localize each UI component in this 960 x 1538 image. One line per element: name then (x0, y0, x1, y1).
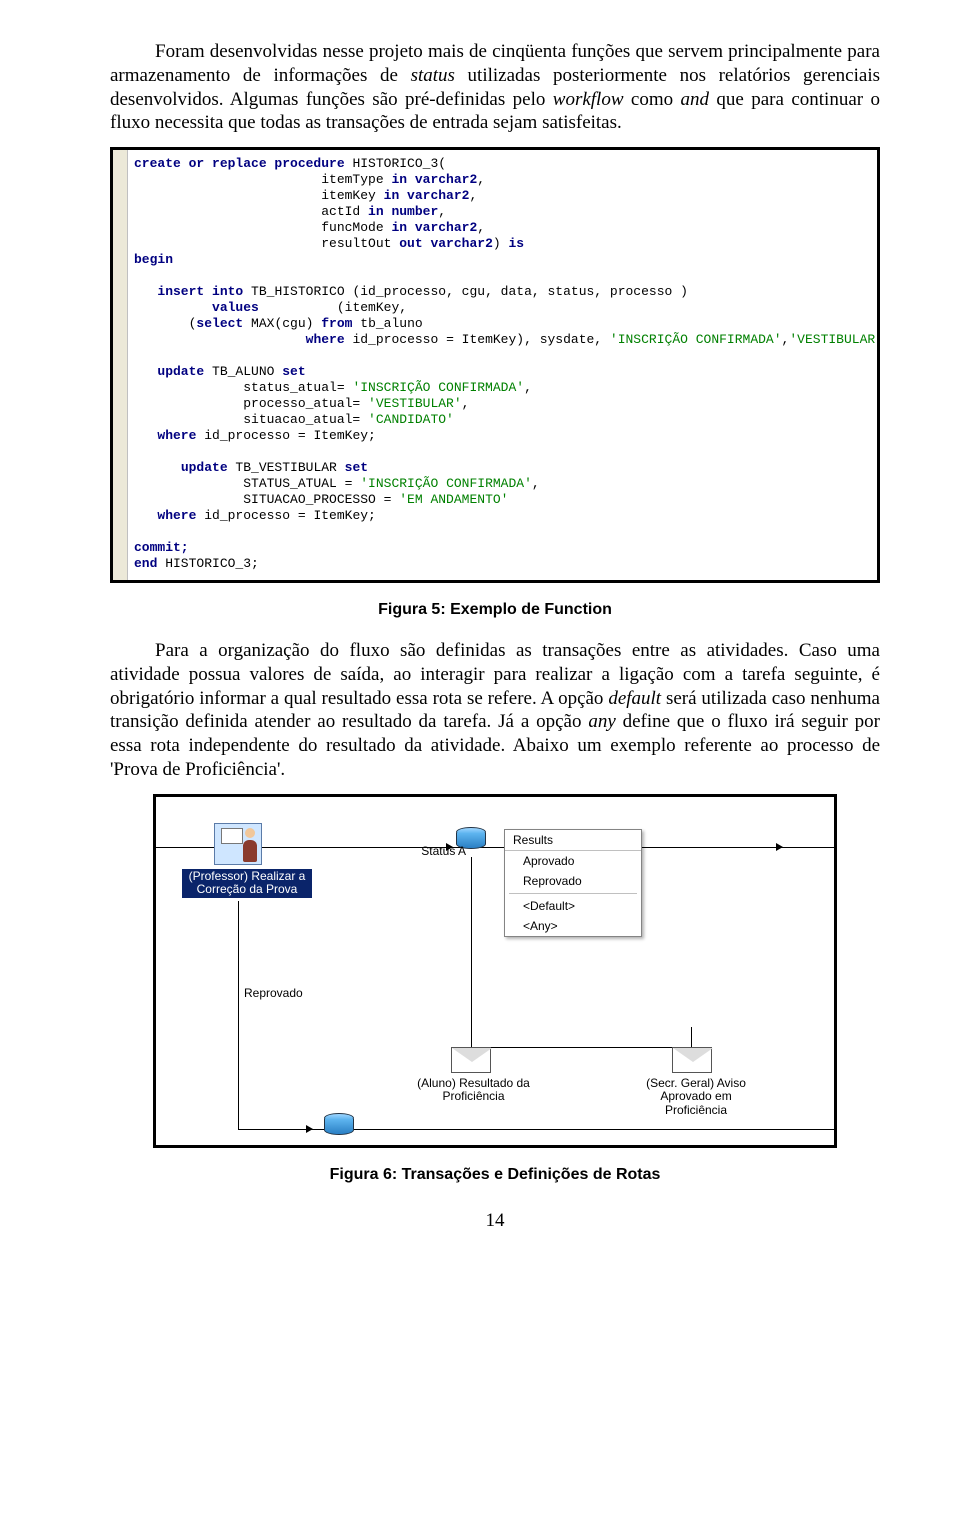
menu-item-reprovado[interactable]: Reprovado (505, 871, 641, 891)
selected-node-label: (Professor) Realizar aCorreção da Prova (182, 869, 312, 899)
figure-5-caption: Figura 5: Exemplo de Function (110, 601, 880, 619)
p2-d: any (588, 711, 615, 732)
menu-item-any[interactable]: <Any> (505, 916, 641, 936)
p1-f: and (681, 89, 710, 110)
teacher-icon (214, 823, 262, 865)
secr-label: (Secr. Geral) AvisoAprovado emProficiênc… (636, 1077, 756, 1118)
status-label: Status A (416, 845, 466, 859)
code-figure: create or replace procedure HISTORICO_3(… (110, 147, 880, 583)
envelope-icon (672, 1047, 712, 1073)
code-body: create or replace procedure HISTORICO_3(… (128, 150, 877, 580)
reprovado-label: Reprovado (244, 987, 303, 1001)
paragraph-2: Para a organização do fluxo são definida… (110, 639, 880, 782)
p1-b: status (411, 65, 455, 86)
page-number: 14 (110, 1210, 880, 1232)
aluno-label: (Aluno) Resultado daProficiência (411, 1077, 536, 1105)
menu-item-default[interactable]: <Default> (505, 896, 641, 916)
p2-b: default (608, 688, 661, 709)
p1-d: workflow (553, 89, 624, 110)
database-icon (324, 1113, 354, 1135)
menu-header: Results (505, 830, 641, 851)
figure-6-caption: Figura 6: Transações e Definições de Rot… (110, 1166, 880, 1184)
paragraph-1: Foram desenvolvidas nesse projeto mais d… (110, 40, 880, 135)
arrow-icon (306, 1125, 313, 1133)
workflow-figure: (Professor) Realizar aCorreção da Prova … (153, 794, 837, 1148)
p1-e: como (624, 89, 681, 110)
envelope-icon (451, 1047, 491, 1073)
menu-item-aprovado[interactable]: Aprovado (505, 851, 641, 871)
code-gutter (113, 150, 128, 580)
arrow-icon (776, 843, 783, 851)
results-menu[interactable]: Results Aprovado Reprovado <Default> <An… (504, 829, 642, 937)
